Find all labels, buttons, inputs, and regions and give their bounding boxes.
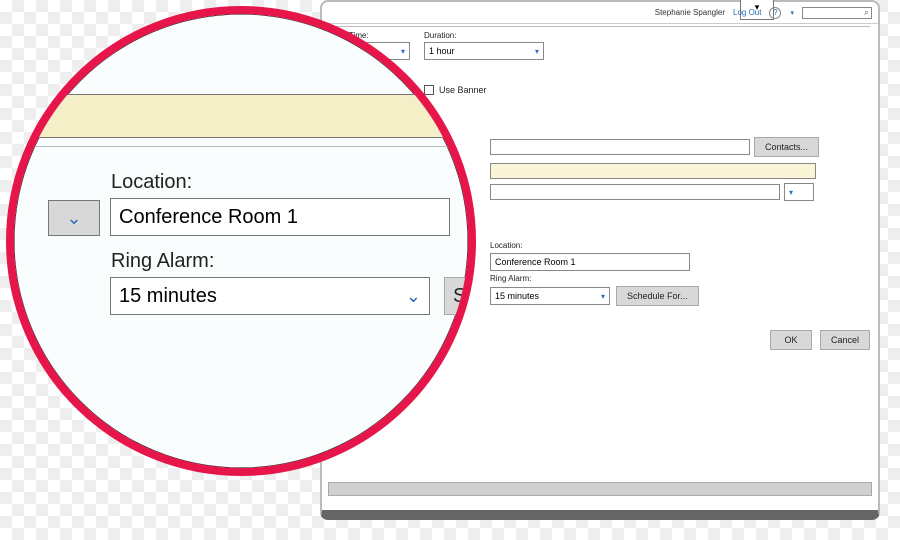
duration-select[interactable]: 1 hour ▾	[424, 42, 544, 60]
chevron-down-icon: ▾	[401, 47, 405, 56]
zoom-location-value: Conference Room 1	[119, 206, 298, 229]
zoom-ring-alarm-label: Ring Alarm:	[111, 250, 214, 272]
zoom-location-input[interactable]: Conference Room 1	[110, 198, 450, 236]
chevron-down-icon: ▾	[789, 188, 793, 197]
ring-alarm-value-small: 15 minutes	[495, 291, 539, 301]
app-topbar: Stephanie Spangler Log Out ?▾ ⌕	[322, 2, 878, 24]
location-input-small[interactable]: Conference Room 1	[490, 253, 690, 271]
schedule-for-button[interactable]: Schedule For...	[616, 286, 699, 306]
search-icon: ⌕	[864, 7, 869, 18]
zoom-ring-alarm-select[interactable]: 15 minutes ⌄	[110, 277, 430, 315]
chevron-down-icon: ▾	[601, 292, 605, 301]
location-value-small: Conference Room 1	[495, 257, 576, 267]
help-chevron-icon: ▾	[790, 9, 794, 17]
contacts-button[interactable]: Contacts...	[754, 137, 819, 157]
zoom-left-dropdown[interactable]: ⌄	[48, 200, 100, 236]
magnifier-view: ⌄ Location: Conference Room 1 Ring Alarm…	[6, 6, 476, 476]
ok-button[interactable]: OK	[770, 330, 812, 350]
ring-alarm-select-small[interactable]: 15 minutes ▾	[490, 287, 610, 305]
extra-input[interactable]	[490, 184, 780, 200]
search-input[interactable]: ⌕	[802, 7, 872, 19]
status-bar	[328, 482, 872, 496]
chevron-down-icon: ⌄	[406, 286, 421, 307]
location-label-small: Location:	[490, 241, 522, 250]
duration-value: 1 hour	[429, 46, 455, 56]
ring-alarm-label-small: Ring Alarm:	[490, 274, 531, 283]
user-name: Stephanie Spangler	[655, 8, 725, 17]
chevron-down-icon: ▾	[755, 2, 760, 13]
attendees-field[interactable]	[490, 163, 816, 179]
help-icon[interactable]: ?	[769, 7, 781, 19]
zoom-ring-alarm-value: 15 minutes	[119, 285, 217, 308]
extra-dropdown[interactable]: ▾	[784, 183, 814, 201]
zoom-highlight-band	[6, 94, 476, 138]
duration-label: Duration:	[424, 31, 544, 40]
zoom-location-label: Location:	[111, 171, 450, 194]
divider	[6, 146, 476, 147]
chevron-down-icon: ▾	[535, 47, 539, 56]
divider	[330, 26, 870, 27]
chevron-down-icon: ⌄	[66, 208, 81, 229]
cancel-button[interactable]: Cancel	[820, 330, 870, 350]
contacts-input[interactable]	[490, 139, 750, 155]
